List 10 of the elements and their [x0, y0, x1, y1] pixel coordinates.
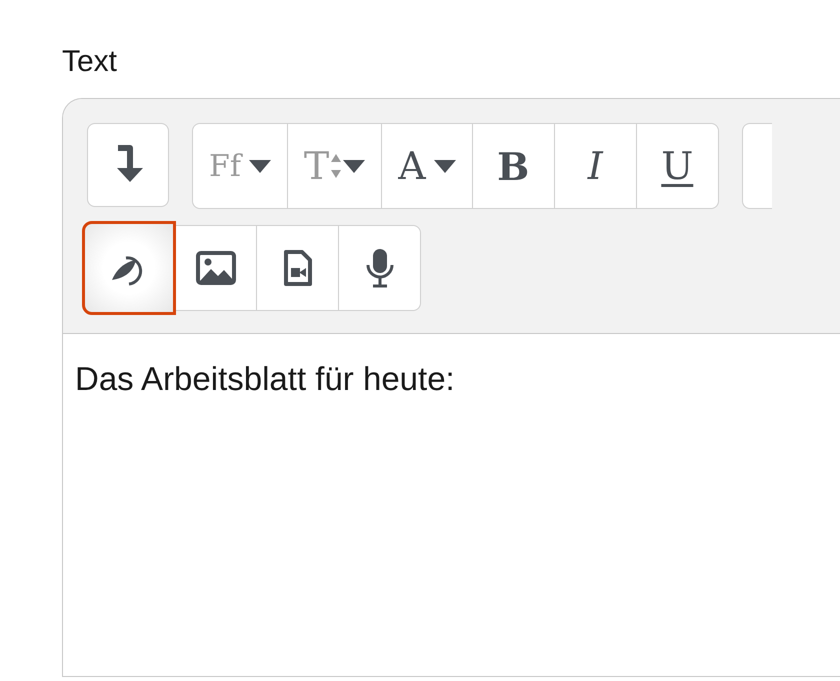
toolbar-button[interactable]: U	[636, 124, 718, 208]
toolbar-button[interactable]	[338, 226, 420, 310]
toolbar-button[interactable]	[84, 223, 174, 313]
toolbar-button[interactable]	[87, 123, 169, 207]
content-text: Das Arbeitsblatt für heute:	[75, 359, 456, 399]
microphone-icon	[364, 247, 394, 289]
field-label: Text	[62, 44, 118, 80]
video-file-icon	[282, 249, 312, 287]
image-icon	[196, 251, 236, 285]
up-down-arrows-icon	[331, 154, 342, 178]
